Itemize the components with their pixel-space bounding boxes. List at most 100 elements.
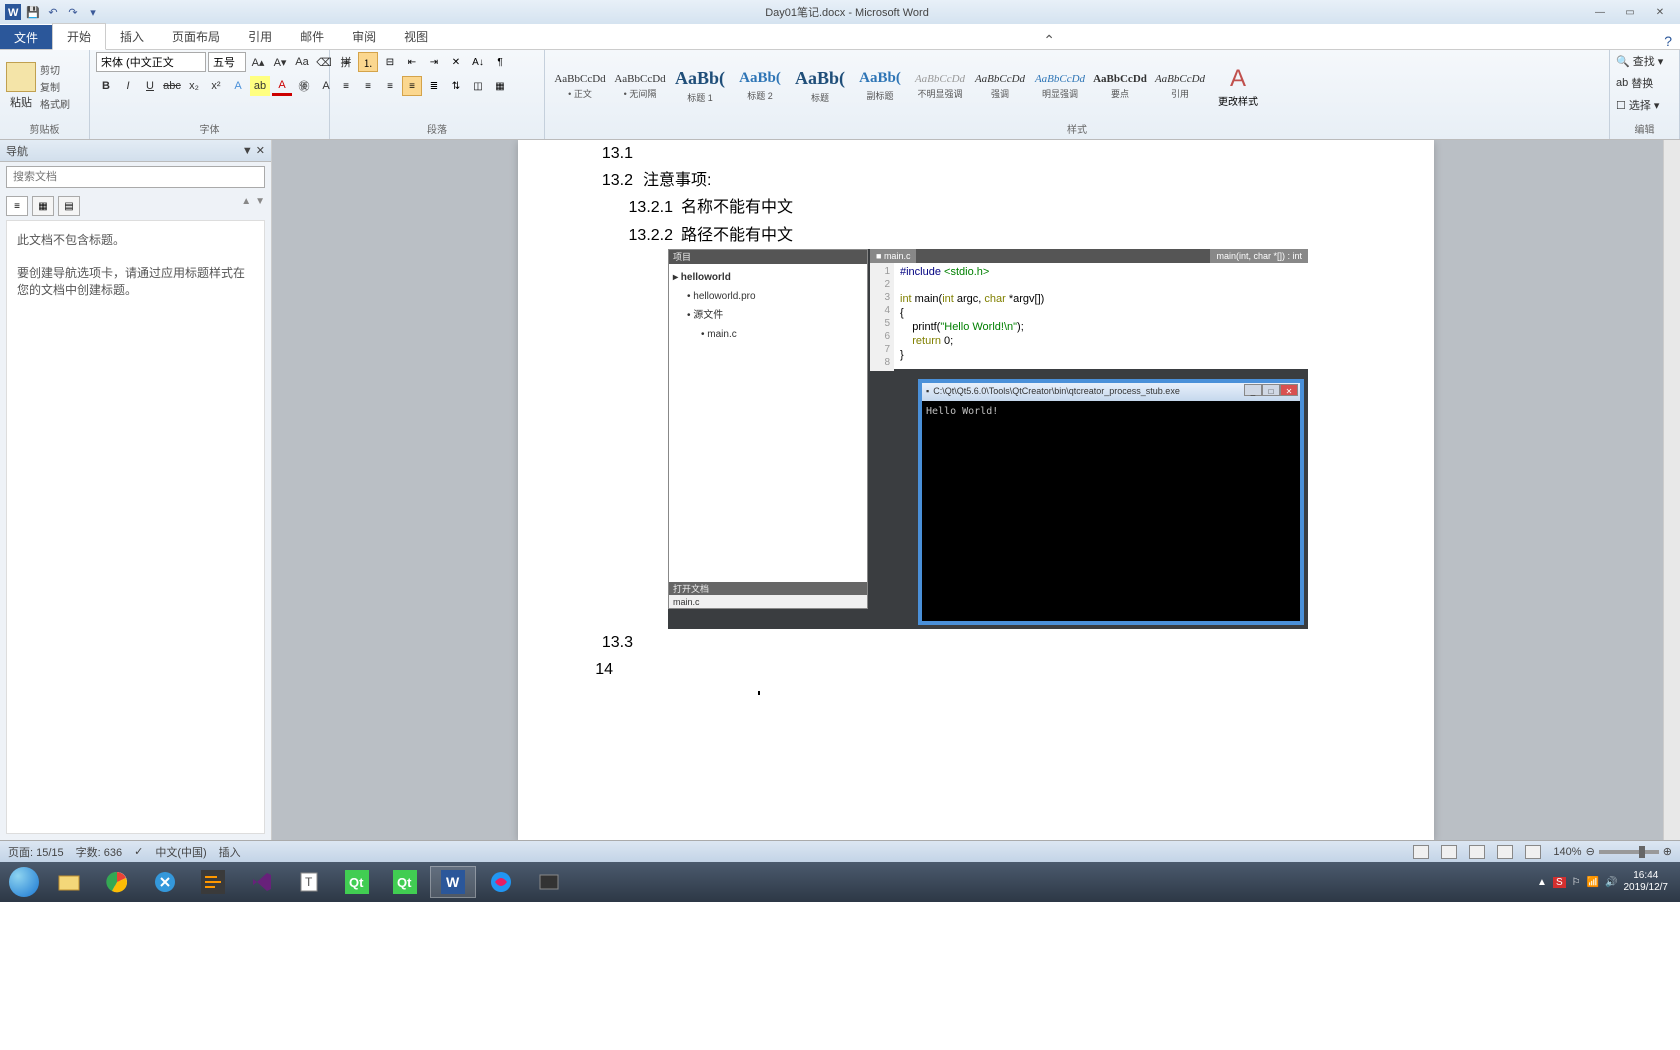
close-button[interactable]: ✕ (1648, 4, 1672, 20)
borders-icon[interactable]: ▦ (490, 76, 510, 96)
cut-button[interactable]: 剪切 (40, 62, 70, 77)
nav-dropdown-icon[interactable]: ▼ ✕ (242, 144, 265, 157)
asian-layout-icon[interactable]: ✕ (446, 52, 466, 72)
tab-insert[interactable]: 插入 (106, 24, 158, 49)
text-effects-icon[interactable]: A (228, 76, 248, 96)
subscript-button[interactable]: x₂ (184, 76, 204, 96)
enclose-char-icon[interactable]: ㊝ (294, 76, 314, 96)
align-justify-icon[interactable]: ≡ (402, 76, 422, 96)
nav-tab-results[interactable]: ▤ (58, 196, 80, 216)
superscript-button[interactable]: x² (206, 76, 226, 96)
tray-action-icon[interactable]: ⚐ (1572, 877, 1581, 888)
shrink-font-icon[interactable]: A▾ (270, 52, 290, 72)
tab-layout[interactable]: 页面布局 (158, 24, 234, 49)
italic-button[interactable]: I (118, 76, 138, 96)
file-tab[interactable]: 文件 (0, 25, 52, 49)
tray-up-icon[interactable]: ▲ (1537, 877, 1547, 888)
find-button[interactable]: 🔍查找▾ (1616, 52, 1663, 70)
outline-view[interactable] (1497, 845, 1513, 859)
nav-tab-headings[interactable]: ≡ (6, 196, 28, 216)
web-layout-view[interactable] (1469, 845, 1485, 859)
draft-view[interactable] (1525, 845, 1541, 859)
redo-icon[interactable]: ↷ (64, 3, 82, 21)
taskbar-qt2[interactable]: Qt (382, 866, 428, 898)
zoom-slider[interactable] (1599, 850, 1659, 854)
bullets-icon[interactable]: ≡ (336, 52, 356, 72)
taskbar-notepad[interactable]: T (286, 866, 332, 898)
maximize-button[interactable]: ▭ (1618, 4, 1642, 20)
word-count[interactable]: 字数: 636 (76, 844, 122, 860)
print-layout-view[interactable] (1413, 845, 1429, 859)
style-item[interactable]: AaBb(副标题 (851, 58, 909, 114)
increase-indent-icon[interactable]: ⇥ (424, 52, 444, 72)
taskbar-explorer[interactable] (46, 866, 92, 898)
font-size-input[interactable] (208, 52, 246, 72)
tab-review[interactable]: 审阅 (338, 24, 390, 49)
multilevel-icon[interactable]: ⊟ (380, 52, 400, 72)
taskbar-qt1[interactable]: Qt (334, 866, 380, 898)
highlight-icon[interactable]: ab (250, 76, 270, 96)
start-button[interactable] (4, 866, 44, 898)
style-item[interactable]: AaBb(标题 1 (671, 58, 729, 114)
underline-button[interactable]: U (140, 76, 160, 96)
taskbar-app1[interactable] (142, 866, 188, 898)
numbering-icon[interactable]: ⒈ (358, 52, 378, 72)
align-center-icon[interactable]: ≡ (358, 76, 378, 96)
tab-references[interactable]: 引用 (234, 24, 286, 49)
shading-icon[interactable]: ◫ (468, 76, 488, 96)
taskbar-app3[interactable] (526, 866, 572, 898)
tray-sound-icon[interactable]: 🔊 (1605, 877, 1617, 888)
fullscreen-view[interactable] (1441, 845, 1457, 859)
minimize-button[interactable]: — (1588, 4, 1612, 20)
style-item[interactable]: AaBbCcDd引用 (1151, 58, 1209, 114)
taskbar-app2[interactable] (478, 866, 524, 898)
taskbar-word[interactable]: W (430, 866, 476, 898)
zoom-level[interactable]: 140% (1553, 846, 1581, 858)
zoom-out-button[interactable]: ⊖ (1586, 845, 1595, 858)
document-area[interactable]: 13.113.2注意事项:13.2.1名称不能有中文13.2.2路径不能有中文 … (272, 140, 1680, 840)
font-color-icon[interactable]: A (272, 76, 292, 96)
tray-clock[interactable]: 16:44 2019/12/7 (1624, 870, 1669, 894)
document-line[interactable]: 13.1 (588, 140, 1364, 167)
style-item[interactable]: AaBbCcDd• 无间隔 (611, 58, 669, 114)
ribbon-minimize-icon[interactable]: ⌃ (1035, 32, 1063, 49)
change-case-icon[interactable]: Aa (292, 52, 312, 72)
paste-button[interactable]: 粘贴 (6, 62, 36, 110)
nav-tab-pages[interactable]: ▦ (32, 196, 54, 216)
strike-button[interactable]: abc (162, 76, 182, 96)
decrease-indent-icon[interactable]: ⇤ (402, 52, 422, 72)
style-item[interactable]: AaBbCcDd强调 (971, 58, 1029, 114)
style-item[interactable]: AaBbCcDd要点 (1091, 58, 1149, 114)
align-left-icon[interactable]: ≡ (336, 76, 356, 96)
align-right-icon[interactable]: ≡ (380, 76, 400, 96)
tray-network-icon[interactable]: 📶 (1587, 877, 1599, 888)
replace-button[interactable]: ab替换 (1616, 74, 1653, 92)
style-item[interactable]: AaBbCcDd明显强调 (1031, 58, 1089, 114)
tab-mailings[interactable]: 邮件 (286, 24, 338, 49)
save-icon[interactable]: 💾 (24, 3, 42, 21)
help-icon[interactable]: ? (1656, 33, 1680, 49)
taskbar-chrome[interactable] (94, 866, 140, 898)
undo-icon[interactable]: ↶ (44, 3, 62, 21)
distributed-icon[interactable]: ≣ (424, 76, 444, 96)
tray-input-icon[interactable]: S (1553, 877, 1566, 888)
document-line[interactable]: 13.2.2路径不能有中文 (588, 222, 1364, 249)
tab-home[interactable]: 开始 (52, 23, 106, 50)
vertical-scrollbar[interactable] (1663, 140, 1680, 840)
style-item[interactable]: AaBb(标题 (791, 58, 849, 114)
insert-mode[interactable]: 插入 (219, 844, 241, 860)
document-line[interactable]: 13.2注意事项: (588, 167, 1364, 194)
search-input[interactable] (6, 166, 265, 188)
tab-view[interactable]: 视图 (390, 24, 442, 49)
page-indicator[interactable]: 页面: 15/15 (8, 844, 64, 860)
show-marks-icon[interactable]: ¶ (490, 52, 510, 72)
spell-check-icon[interactable]: ✓ (134, 845, 143, 858)
sort-icon[interactable]: A↓ (468, 52, 488, 72)
nav-prev-icon[interactable]: ▲ (241, 196, 251, 216)
line-spacing-icon[interactable]: ⇅ (446, 76, 466, 96)
style-item[interactable]: AaBbCcDd不明显强调 (911, 58, 969, 114)
style-item[interactable]: AaBb(标题 2 (731, 58, 789, 114)
bold-button[interactable]: B (96, 76, 116, 96)
taskbar-sublime[interactable] (190, 866, 236, 898)
select-button[interactable]: ☐选择▾ (1616, 96, 1659, 114)
